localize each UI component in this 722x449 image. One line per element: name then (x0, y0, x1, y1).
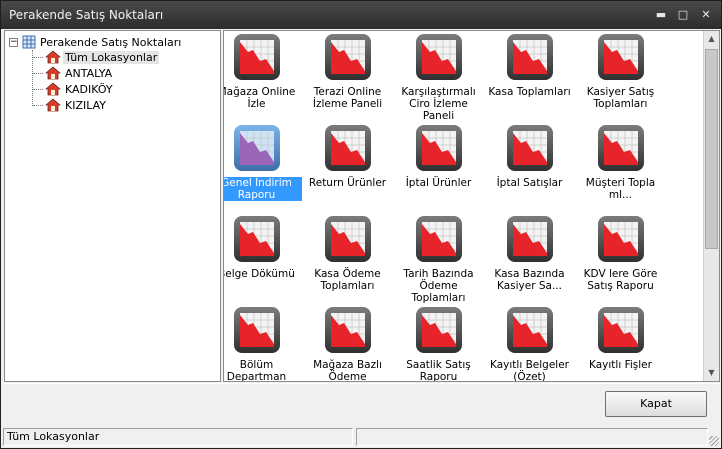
report-label: Mağaza Online İzle (223, 86, 296, 110)
report-chart-icon (506, 34, 553, 80)
store-icon (45, 82, 61, 96)
tree-connector (33, 56, 43, 58)
report-tile[interactable]: Kayıtlı Fişler (575, 306, 666, 371)
main-window: Perakende Satış Noktaları ▬ □ ✕ − Perake… (0, 0, 722, 449)
report-chart-icon (506, 125, 553, 171)
report-chart-icon (324, 307, 371, 353)
tree-item[interactable]: ANTALYA (33, 65, 114, 81)
tree-connector (33, 88, 43, 90)
scroll-down-icon[interactable]: ▼ (704, 365, 719, 381)
report-tile[interactable]: Belge Dökümü (223, 215, 302, 280)
scroll-up-icon[interactable]: ▲ (704, 31, 719, 47)
tree-root[interactable]: − Perakende Satış Noktaları (9, 34, 181, 50)
report-chart-icon (233, 216, 280, 262)
report-tile[interactable]: Kasa Ödeme Toplamları (302, 215, 393, 292)
report-tile[interactable]: Genel İndirim Raporu (224, 124, 302, 201)
tree-item-label: KADIKÖY (65, 82, 113, 96)
report-label: Kayıtlı Fişler (589, 359, 652, 371)
report-label: Kasa Bazında Kasiyer Sa... (494, 268, 565, 292)
report-label: Belge Dökümü (223, 268, 295, 280)
report-tile[interactable]: Müşteri Topla ml... (575, 124, 666, 201)
tree-item[interactable]: Tüm Lokasyonlar (33, 49, 160, 65)
close-icon[interactable]: ✕ (698, 8, 714, 22)
status-bar: Tüm Lokasyonlar (1, 426, 721, 448)
report-chart-icon (233, 125, 280, 171)
collapse-icon[interactable]: − (9, 37, 18, 47)
report-tile[interactable]: Kasa Bazında Kasiyer Sa... (484, 215, 575, 292)
store-icon (45, 66, 61, 80)
tree-item-label: Tüm Lokasyonlar (63, 50, 160, 64)
report-chart-icon (415, 34, 462, 80)
report-label: Müşteri Topla ml... (585, 177, 656, 201)
report-tile[interactable]: KDV lere Göre Satış Raporu (575, 215, 666, 292)
report-chart-icon (415, 216, 462, 262)
tree-connector (33, 104, 43, 106)
report-tile[interactable]: Kasa Toplamları (484, 33, 575, 98)
report-chart-icon (415, 125, 462, 171)
report-chart-icon (506, 307, 553, 353)
resize-grip-icon[interactable] (709, 436, 719, 446)
tree-root-label: Perakende Satış Noktaları (40, 35, 182, 49)
report-chart-icon (597, 34, 644, 80)
report-chart-icon (597, 125, 644, 171)
minimize-icon[interactable]: ▬ (653, 8, 669, 22)
report-label: Kayıtlı Belgeler (Özet) (490, 359, 569, 382)
report-label: Saatlik Satış Raporu (406, 359, 471, 382)
report-tile[interactable]: Terazi Online İzleme Paneli (302, 33, 393, 110)
store-icon (45, 50, 61, 64)
report-chart-icon (506, 216, 553, 262)
report-tile[interactable]: Mağaza Bazlı Ödeme Toplamları (302, 306, 393, 382)
report-chart-icon (415, 307, 462, 353)
report-label: Karşılaştırmalı Ciro İzleme Paneli (401, 86, 476, 122)
report-grid[interactable]: Mağaza Online İzle Terazi Online İzleme P… (223, 30, 720, 382)
report-tile[interactable]: İptal Satışlar (484, 124, 575, 189)
report-chart-icon (233, 34, 280, 80)
report-label: Kasiyer Satış Toplamları (586, 86, 655, 110)
tree-item[interactable]: KIZILAY (33, 97, 108, 113)
location-tree[interactable]: − Perakende Satış Noktaları Tüm Lokasyon… (4, 30, 221, 382)
tree-item-label: ANTALYA (65, 66, 113, 80)
report-tile[interactable]: Tarih Bazında Ödeme Toplamları (393, 215, 484, 304)
status-location: Tüm Lokasyonlar (3, 428, 353, 446)
report-tile[interactable]: Saatlik Satış Raporu (393, 306, 484, 382)
report-label: Tarih Bazında Ödeme Toplamları (403, 268, 474, 304)
report-label: Mağaza Bazlı Ödeme Toplamları (313, 359, 382, 382)
scroll-thumb[interactable] (705, 49, 718, 249)
report-label: Kasa Toplamları (488, 86, 571, 98)
button-bar: Kapat (4, 383, 720, 425)
database-grid-icon (22, 35, 36, 49)
maximize-icon[interactable]: □ (675, 8, 691, 22)
vertical-scrollbar[interactable]: ▲ ▼ (703, 31, 719, 381)
report-label: İptal Satışlar (496, 177, 563, 189)
report-label: KDV lere Göre Satış Raporu (583, 268, 658, 292)
report-chart-icon (597, 307, 644, 353)
store-icon (45, 98, 61, 112)
report-tile[interactable]: Return Ürünler (302, 124, 393, 189)
tree-connector (33, 72, 43, 74)
report-tile[interactable]: Kayıtlı Belgeler (Özet) (484, 306, 575, 382)
report-tile[interactable]: Kasiyer Satış Toplamları (575, 33, 666, 110)
report-chart-icon (597, 216, 644, 262)
report-label: İptal Ürünler (405, 177, 472, 189)
report-label: Kasa Ödeme Toplamları (314, 268, 381, 292)
window-title: Perakende Satış Noktaları (9, 8, 164, 22)
tree-item-label: KIZILAY (65, 98, 107, 112)
report-tile[interactable]: Karşılaştırmalı Ciro İzleme Paneli (393, 33, 484, 122)
status-info (356, 428, 708, 446)
report-label: Genel İndirim Raporu (224, 177, 302, 201)
report-label: Return Ürünler (308, 177, 387, 189)
title-bar[interactable]: Perakende Satış Noktaları ▬ □ ✕ (1, 1, 721, 29)
report-chart-icon (324, 34, 371, 80)
report-label: Terazi Online İzleme Paneli (312, 86, 383, 110)
tree-item[interactable]: KADIKÖY (33, 81, 115, 97)
report-tile[interactable]: İptal Ürünler (393, 124, 484, 189)
report-chart-icon (324, 216, 371, 262)
close-button[interactable]: Kapat (605, 391, 707, 417)
report-chart-icon (233, 307, 280, 353)
report-label: Bölüm Departman Satışları (226, 359, 287, 382)
report-chart-icon (324, 125, 371, 171)
report-tile[interactable]: Bölüm Departman Satışları (224, 306, 302, 382)
report-tile[interactable]: Mağaza Online İzle (223, 33, 302, 110)
